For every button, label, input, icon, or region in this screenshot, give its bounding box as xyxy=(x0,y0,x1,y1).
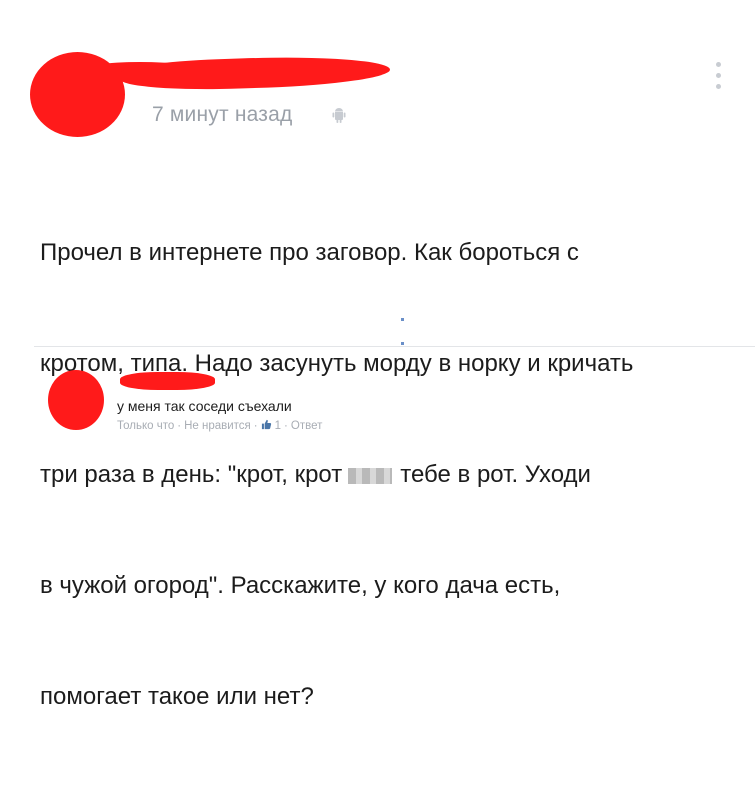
likes-count[interactable]: 1 xyxy=(275,420,281,432)
android-icon xyxy=(332,108,346,123)
thumbs-up-icon xyxy=(261,419,271,430)
post-line: помогает такое или нет? xyxy=(40,683,314,710)
post-time[interactable]: 7 минут назад xyxy=(152,103,292,127)
post-line: три раза в день: "крот, крот тебе в рот. … xyxy=(40,456,730,493)
more-options-icon[interactable] xyxy=(714,62,722,94)
comment-meta: Только что · Не нравится · 1 · Ответ xyxy=(117,419,323,432)
comment-author-redacted[interactable] xyxy=(120,372,215,390)
post-line-part: три раза в день: "крот, крот xyxy=(40,461,343,488)
post-body: Прочел в интернете про заговор. Как боро… xyxy=(40,160,730,789)
divider xyxy=(34,346,755,347)
comment-avatar[interactable] xyxy=(48,370,104,430)
post-line-part: тебе в рот. Уходи xyxy=(400,461,591,488)
post-card: 7 минут назад Прочел в интернете про заг… xyxy=(0,0,755,710)
avatar[interactable] xyxy=(30,52,125,137)
author-name-redacted[interactable] xyxy=(119,53,391,93)
post-line: Прочел в интернете про заговор. Как боро… xyxy=(40,239,579,266)
reply-link[interactable]: Ответ xyxy=(291,420,322,432)
text-cursor-marker xyxy=(401,318,404,348)
comment-time: Только что xyxy=(117,420,175,432)
post-line: в чужой огород". Расскажите, у кого дача… xyxy=(40,572,561,599)
unlike-link[interactable]: Не нравится xyxy=(184,420,251,432)
comment-text: у меня так соседи съехали xyxy=(117,398,292,414)
censored-word xyxy=(348,467,393,484)
